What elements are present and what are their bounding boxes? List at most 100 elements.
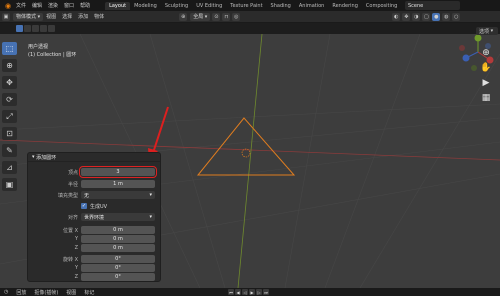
tab-modeling[interactable]: Modeling [130,2,161,10]
select-subtract-icon[interactable] [32,25,39,32]
scene-selector[interactable]: Scene [405,1,460,10]
menu-edit[interactable]: 编辑 [29,2,45,9]
menu-marker[interactable]: 标记 [80,289,98,296]
rotation-z-field[interactable]: 0° [81,273,155,281]
viewport-header: ▣ 物体模式 ▾ 视图 选择 添加 物体 ⊕ 全局 ▾ ⊙ ⊓ ◎ ◐ ✥ ◑ … [0,11,500,23]
zoom-icon[interactable]: ⊕ [479,47,493,59]
location-y-field[interactable]: 0 m [81,235,155,243]
tab-rendering[interactable]: Rendering [328,2,362,10]
solid-shading-icon[interactable]: ● [432,12,441,21]
xray-icon[interactable]: ▢ [422,12,431,21]
menu-add[interactable]: 添加 [75,13,91,20]
transform-tool-icon[interactable]: ⊡ [2,127,17,140]
add-cube-tool-icon[interactable]: ▣ [2,178,17,191]
select-extend-icon[interactable] [24,25,31,32]
workspace-tabs: Layout Modeling Sculpting UV Editing Tex… [105,0,401,11]
generate-uv-checkbox[interactable]: ✓ [81,203,87,209]
select-intersect-icon[interactable] [48,25,55,32]
cursor-tool-icon[interactable]: ⊕ [2,59,17,72]
menu-view[interactable]: 视图 [43,13,59,20]
material-shading-icon[interactable]: ◍ [442,12,451,21]
vertices-label: 顶点 [67,169,78,176]
tab-sculpting[interactable]: Sculpting [161,2,192,10]
select-invert-icon[interactable] [40,25,47,32]
menu-timeline-view[interactable]: 视图 [62,289,80,296]
vertices-field[interactable]: 3 [79,166,157,178]
rendered-shading-icon[interactable]: ○ [452,12,461,21]
editor-type-icon[interactable]: ▣ [2,12,10,21]
triangle-mesh[interactable] [196,117,296,176]
menu-keying[interactable]: 抠像(插帧) [30,289,62,296]
menu-help[interactable]: 帮助 [77,2,93,9]
camera-view-icon[interactable]: ▶ [479,77,493,89]
blender-logo-icon[interactable]: ◉ [3,1,13,10]
proportional-edit-icon[interactable]: ◎ [232,12,241,21]
rotation-x-row: 旋转 X 0° [28,255,162,263]
gizmo-neg-x-icon [459,45,465,51]
operator-panel-header[interactable]: ▾ 添加圆环 [28,153,160,162]
fill-type-dropdown[interactable]: 无 ▾ [81,191,155,199]
jump-start-icon[interactable]: ⏮ [228,289,234,295]
tab-shading[interactable]: Shading [267,2,295,10]
orientation-label: 全局 [193,14,204,20]
radius-field[interactable]: 1 m [81,180,155,188]
gizmo-z-icon [462,54,470,62]
ortho-toggle-icon[interactable]: ▦ [479,92,493,104]
align-value: 世界环境 [84,214,105,221]
align-label: 对齐 [67,214,78,221]
location-x-field[interactable]: 0 m [81,226,155,234]
operator-title: 添加圆环 [36,154,57,161]
options-dropdown[interactable]: 选项 ▾ [476,27,498,35]
fill-type-label: 填充类型 [57,192,78,199]
rotation-y-field[interactable]: 0° [81,264,155,272]
fill-type-row: 填充类型 无 ▾ [28,191,162,199]
tab-animation[interactable]: Animation [295,2,329,10]
tab-layout[interactable]: Layout [105,1,131,10]
tab-texture-paint[interactable]: Texture Paint [226,2,266,10]
annotate-tool-icon[interactable]: ✎ [2,144,17,157]
gizmo-icon[interactable]: ✥ [402,12,411,21]
options-label: 选项 [479,28,490,35]
menu-file[interactable]: 文件 [13,2,29,9]
visibility-icon[interactable]: ◐ [392,12,401,21]
select-new-icon[interactable] [16,25,23,32]
timeline-editor-icon[interactable]: ◷ [0,289,12,295]
orientation-icon[interactable]: ⊕ [179,12,188,21]
scale-tool-icon[interactable]: ⤢ [2,110,17,123]
menu-object[interactable]: 物体 [91,13,107,20]
menu-render[interactable]: 渲染 [45,2,61,9]
fill-type-value: 无 [84,192,90,199]
menu-playback[interactable]: 回放 [12,289,30,296]
play-reverse-icon[interactable]: ◁ [242,289,248,295]
top-bar: ◉ 文件 编辑 渲染 窗口 帮助 Layout Modeling Sculpti… [0,0,500,11]
play-icon[interactable]: ▶ [249,289,255,295]
menu-window[interactable]: 窗口 [61,2,77,9]
navigation-controls: ⊕ ✋ ▶ ▦ [476,47,496,107]
prev-key-icon[interactable]: ◀ [235,289,241,295]
rotation-x-field[interactable]: 0° [81,255,155,263]
tab-uv-editing[interactable]: UV Editing [192,2,226,10]
next-key-icon[interactable]: ▷ [256,289,262,295]
pivot-icon[interactable]: ⊙ [212,12,221,21]
location-z-field[interactable]: 0 m [81,244,155,252]
location-y-row: Y 0 m [28,235,162,243]
align-dropdown[interactable]: 世界环境 ▾ [81,213,155,221]
overlay-icon[interactable]: ◑ [412,12,421,21]
jump-end-icon[interactable]: ⏭ [263,289,269,295]
select-box-tool-icon[interactable]: ⬚ [2,42,17,55]
mode-dropdown[interactable]: 物体模式 ▾ [13,12,44,21]
measure-tool-icon[interactable]: ⊿ [2,161,17,174]
location-z-value: 0 m [113,245,123,251]
vertices-row: 顶点 3 [28,166,162,178]
tab-compositing[interactable]: Compositing [362,2,401,10]
move-tool-icon[interactable]: ✥ [2,76,17,89]
mode-label: 物体模式 [16,14,37,20]
pan-hand-icon[interactable]: ✋ [479,62,493,74]
rotate-tool-icon[interactable]: ⟳ [2,93,17,106]
menu-select[interactable]: 选择 [59,13,75,20]
radius-row: 半径 1 m [28,180,162,188]
orientation-dropdown[interactable]: 全局 ▾ [190,12,211,21]
snap-icon[interactable]: ⊓ [222,12,231,21]
scene-name: Scene [408,2,424,9]
radius-label: 半径 [67,181,78,188]
